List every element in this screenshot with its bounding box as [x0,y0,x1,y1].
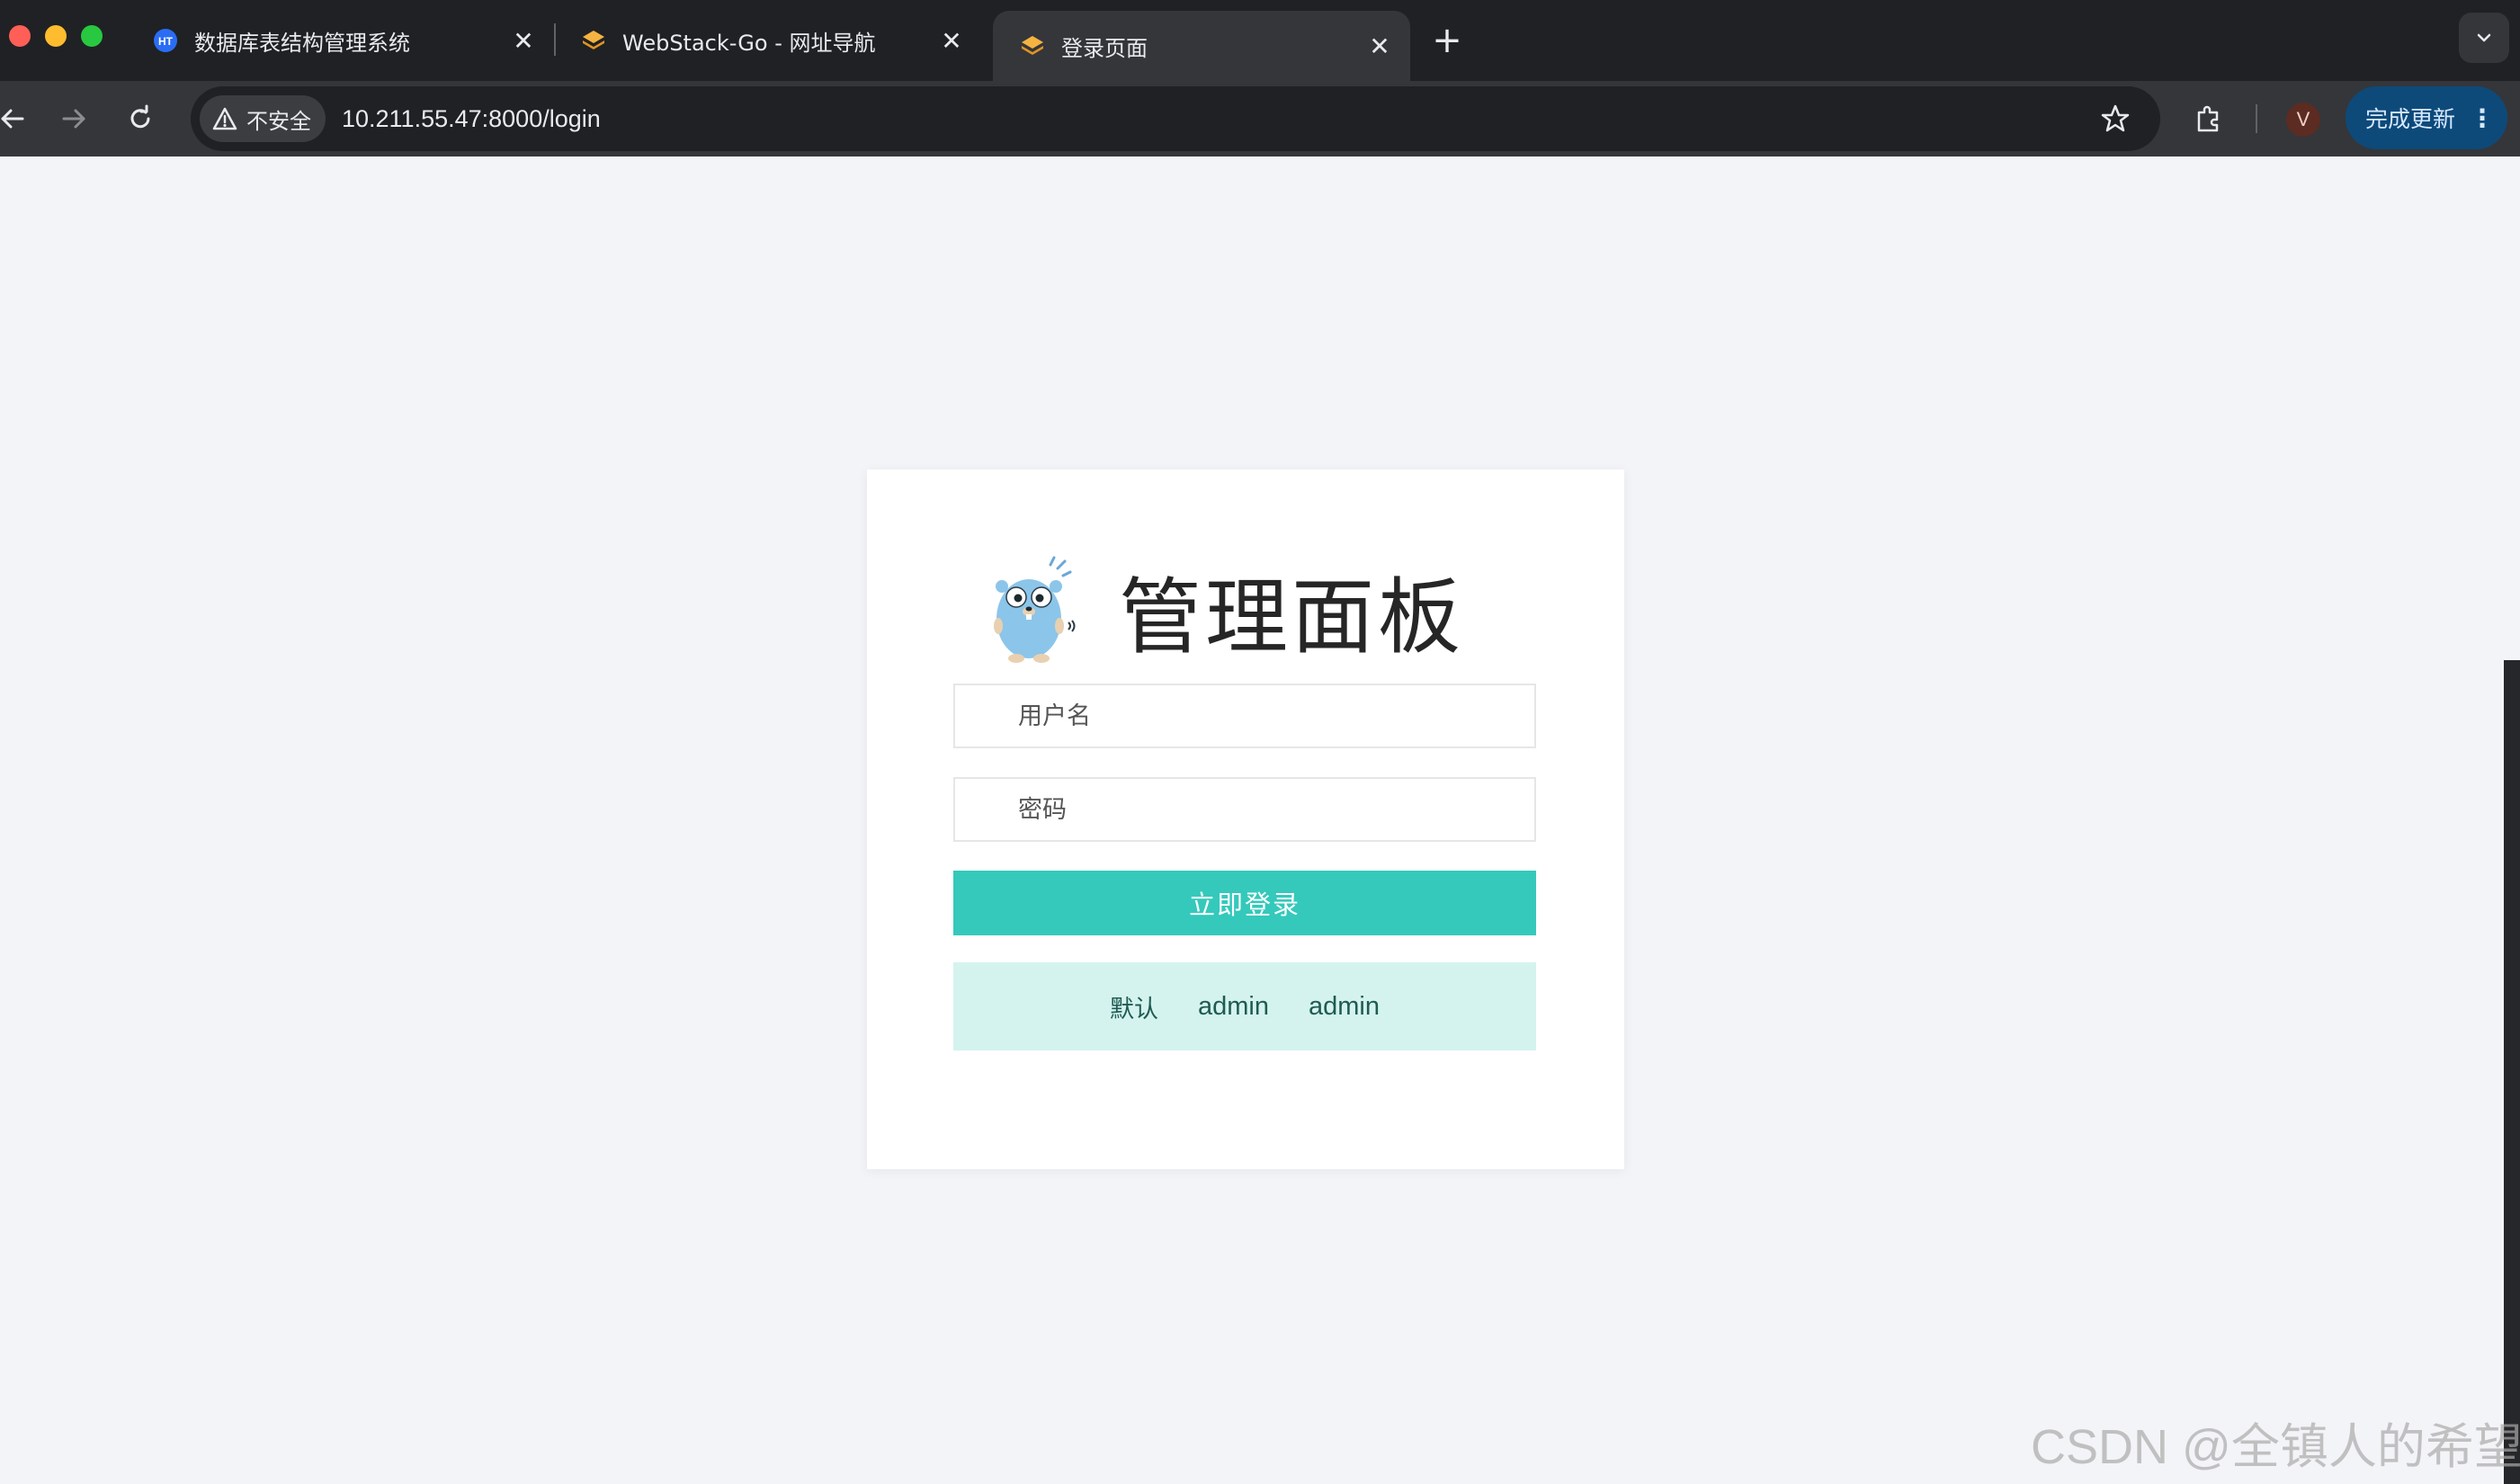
more-vert-icon: ⋮ [2470,103,2496,133]
webstack-logo-icon [581,28,606,53]
hint-label: 默认 [1110,995,1158,1024]
browser-tab-bar: HT 数据库表结构管理系统 ✕ WebStack-Go - 网址导航 ✕ 登录页… [0,0,2520,81]
tab-title: 数据库表结构管理系统 [194,30,410,56]
side-panel-edge [2504,660,2520,1484]
profile-avatar[interactable]: V [2286,103,2320,137]
ht-logo-icon: HT [153,28,178,53]
default-credentials-hint: 默认 admin admin [953,962,1536,1050]
hint-username: admin [1198,991,1269,1021]
not-secure-label: 不安全 [246,108,311,134]
login-card: 管理面板 立即登录 默认 admin admin [867,469,1624,1169]
browser-toolbar: 不安全 10.211.55.47:8000/login V 完成更新 ⋮ [0,81,2520,156]
url-text[interactable]: 10.211.55.47:8000/login [342,105,601,133]
arrow-right-icon [62,109,85,129]
warning-icon [212,107,237,130]
close-icon[interactable]: ✕ [934,22,970,58]
reload-icon [130,104,150,129]
site-info-chip[interactable]: 不安全 [200,95,326,142]
watermark: CSDN @全镇人的希望 [2031,1420,2520,1474]
svg-text:HT: HT [158,35,174,48]
page-content: 管理面板 立即登录 默认 admin admin CSDN @全镇人的希望 [0,156,2520,1484]
toolbar-separator [2256,104,2257,133]
close-window-button[interactable] [9,25,31,47]
extensions-button[interactable] [2185,95,2232,142]
login-button[interactable]: 立即登录 [953,871,1536,935]
maximize-window-button[interactable] [81,25,103,47]
gopher-logo-icon [994,556,1076,663]
tab-title: WebStack-Go - 网址导航 [622,30,876,56]
new-tab-button[interactable]: + [1425,18,1470,63]
page-title: 管理面板 [1119,568,1465,666]
reload-button[interactable] [115,94,165,144]
password-input[interactable] [953,777,1536,842]
chevron-down-icon [2477,33,2491,42]
arrow-left-icon [1,109,24,129]
tab-database-schema[interactable]: HT 数据库表结构管理系统 ✕ [126,11,554,70]
hint-password: admin [1309,991,1380,1021]
bookmark-button[interactable] [2097,101,2133,137]
puzzle-icon [2197,105,2219,132]
tab-webstack[interactable]: WebStack-Go - 网址导航 ✕ [554,11,982,70]
tab-search-button[interactable] [2459,13,2509,63]
close-icon[interactable]: ✕ [505,22,541,58]
tab-title: 登录页面 [1061,35,1148,61]
update-button[interactable]: 完成更新 ⋮ [2346,86,2507,149]
webstack-logo-icon [1020,33,1045,58]
forward-button[interactable] [49,94,99,144]
brand-header: 管理面板 [986,556,1464,666]
back-button[interactable] [0,94,38,144]
star-icon [2101,104,2130,132]
username-input[interactable] [953,684,1536,748]
address-bar[interactable]: 不安全 10.211.55.47:8000/login [191,86,2160,151]
update-label: 完成更新 [2365,106,2456,132]
close-icon[interactable]: ✕ [1362,28,1398,64]
tab-login-page[interactable]: 登录页面 ✕ [993,11,1410,81]
minimize-window-button[interactable] [45,25,67,47]
